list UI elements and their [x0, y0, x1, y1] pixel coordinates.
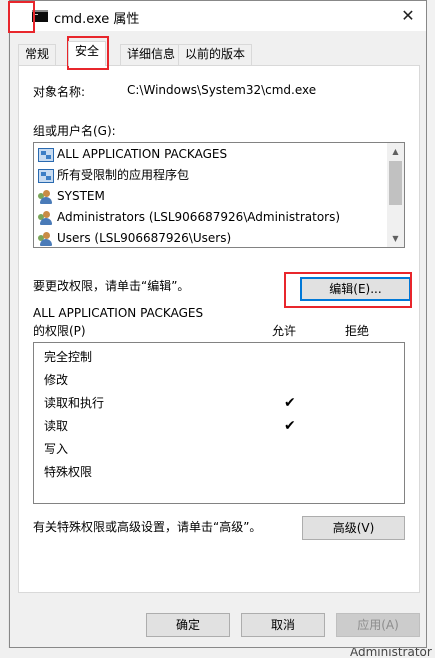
permission-group-name: ALL APPLICATION PACKAGES: [33, 306, 204, 320]
permission-name: 特殊权限: [44, 465, 93, 479]
permission-row: 完全控制: [44, 346, 394, 368]
background-left-edge: [0, 0, 8, 658]
permission-name: 完全控制: [44, 350, 93, 364]
window-title: cmd.exe 属性: [54, 12, 140, 27]
permission-name: 读取: [44, 419, 69, 433]
object-name-label: 对象名称:: [33, 85, 86, 99]
users-icon: [38, 210, 54, 226]
edit-button[interactable]: 编辑(E)...: [300, 277, 411, 301]
allow-check-icon: ✔: [284, 395, 296, 411]
console-icon: [32, 10, 48, 22]
permission-label: 的权限(P): [33, 324, 86, 338]
group-list-label: 组或用户名(G):: [33, 124, 116, 138]
tab-details[interactable]: 详细信息: [120, 44, 183, 65]
deny-column-header: 拒绝: [345, 324, 370, 338]
list-item[interactable]: Users (LSL906687926\Users): [38, 228, 231, 247]
list-item[interactable]: SYSTEM: [38, 186, 105, 207]
list-item[interactable]: ALL APPLICATION PACKAGES: [38, 144, 228, 165]
security-panel: 对象名称: C:\Windows\System32\cmd.exe 组或用户名(…: [18, 65, 420, 593]
tab-previous-versions[interactable]: 以前的版本: [178, 44, 253, 65]
allow-column-header: 允许: [272, 324, 297, 338]
package-icon: [38, 168, 54, 183]
permission-name: 读取和执行: [44, 396, 105, 410]
scroll-up-icon[interactable]: ▲: [387, 143, 404, 160]
allow-check-icon: ✔: [284, 418, 296, 434]
close-icon[interactable]: ✕: [390, 1, 426, 31]
tab-general[interactable]: 常规: [18, 44, 57, 65]
permission-name: 修改: [44, 373, 69, 387]
permission-name: 写入: [44, 442, 69, 456]
users-icon: [38, 231, 54, 247]
cancel-button[interactable]: 取消: [241, 613, 325, 637]
permission-row: 修改: [44, 369, 394, 391]
scrollbar-thumb[interactable]: [389, 161, 402, 205]
list-item[interactable]: Administrators (LSL906687926\Administrat…: [38, 207, 340, 228]
permission-row: 写入: [44, 438, 394, 460]
advanced-button[interactable]: 高级(V): [302, 516, 405, 540]
permission-row: 特殊权限: [44, 461, 394, 483]
package-icon: [38, 147, 54, 162]
users-icon: [38, 189, 54, 205]
tab-security[interactable]: 安全: [68, 41, 107, 66]
ok-button[interactable]: 确定: [146, 613, 230, 637]
change-permission-hint: 要更改权限，请单击“编辑”。: [33, 279, 190, 293]
title-bar: cmd.exe 属性 ✕: [10, 1, 426, 31]
user-list[interactable]: ALL APPLICATION PACKAGES 所有受限制的应用程序包 SYS…: [33, 142, 405, 248]
scroll-down-icon[interactable]: ▼: [387, 230, 404, 247]
list-scrollbar[interactable]: ▲ ▼: [387, 143, 404, 247]
object-name-value: C:\Windows\System32\cmd.exe: [127, 83, 317, 97]
apply-button[interactable]: 应用(A): [336, 613, 420, 637]
permission-row: 读取 ✔: [44, 415, 394, 437]
list-item[interactable]: 所有受限制的应用程序包: [38, 165, 189, 186]
advanced-hint: 有关特殊权限或高级设置，请单击“高级”。: [33, 520, 262, 534]
properties-dialog: cmd.exe 属性 ✕ 常规 安全 详细信息 以前的版本 对象名称: C:\W…: [9, 0, 427, 648]
permission-list: 完全控制 修改 读取和执行 ✔ 读取 ✔ 写入 特殊权限: [33, 342, 405, 504]
permission-row: 读取和执行 ✔: [44, 392, 394, 414]
